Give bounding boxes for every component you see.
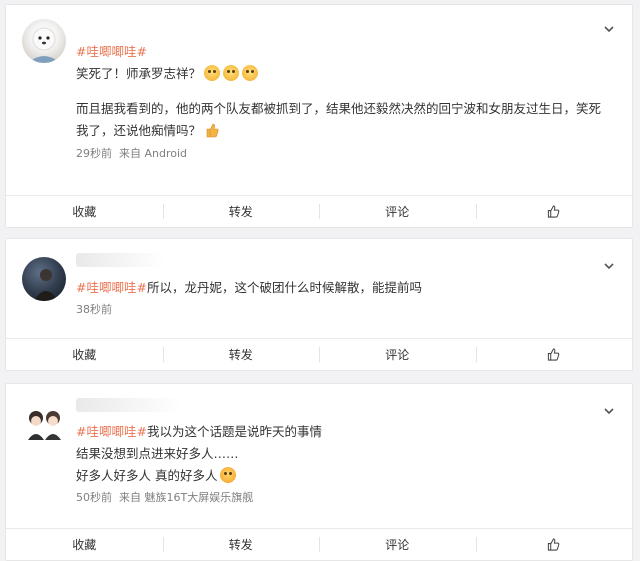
post-card: #哇唧唧哇#我以为这个话题是说昨天的事情 结果没想到点进来好多人…… 好多人好多… — [5, 383, 633, 561]
thumbs-up-icon — [548, 348, 560, 361]
post-card: #哇唧唧哇#所以，龙丹妮，这个破团什么时候解散，能提前吗 38秒前 收藏 转发 … — [5, 238, 633, 371]
repost-button[interactable]: 转发 — [162, 339, 320, 370]
avatar[interactable] — [22, 257, 66, 301]
collect-label: 收藏 — [72, 538, 97, 552]
comment-button[interactable]: 评论 — [319, 196, 476, 227]
action-bar: 收藏 转发 评论 — [6, 195, 632, 227]
topic-link[interactable]: #哇唧唧哇# — [76, 280, 147, 295]
post-time[interactable]: 38秒前 — [76, 303, 112, 316]
post-time[interactable]: 29秒前 — [76, 147, 112, 160]
post-text: 我了，还说他痴情吗？ — [76, 123, 202, 138]
post-source: 来自 魅族16T大屏娱乐旗舰 — [119, 491, 254, 504]
dog-avatar-icon — [28, 27, 60, 63]
thumbs-up-emoji-icon — [206, 123, 219, 138]
post-source: 来自 Android — [119, 147, 188, 160]
topic-link[interactable]: #哇唧唧哇# — [76, 424, 147, 439]
comment-label: 评论 — [385, 538, 410, 552]
post-text: 笑死了！师承罗志祥？ — [76, 66, 202, 81]
emoji-icon — [223, 65, 240, 81]
comment-button[interactable]: 评论 — [319, 339, 476, 370]
repost-label: 转发 — [228, 348, 253, 362]
avatar[interactable] — [22, 402, 66, 446]
post-text: 所以，龙丹妮，这个破团什么时候解散，能提前吗 — [146, 280, 422, 295]
thumbs-up-icon — [548, 538, 560, 551]
repost-button[interactable]: 转发 — [162, 196, 320, 227]
emoji-icon — [242, 65, 259, 81]
post-content: #哇唧唧哇#所以，龙丹妮，这个破团什么时候解散，能提前吗 38秒前 — [76, 277, 616, 321]
post-text: 结果没想到点进来好多人…… — [76, 446, 239, 461]
shocked-emoji-icon — [220, 467, 237, 483]
like-button[interactable] — [475, 529, 633, 560]
post-text: 好多人好多人 真的好多人 — [76, 468, 218, 483]
post-content: #哇唧唧哇#我以为这个话题是说昨天的事情 结果没想到点进来好多人…… 好多人好多… — [76, 421, 616, 509]
repost-button[interactable]: 转发 — [162, 529, 320, 560]
post-text: 而且据我看到的，他的两个队友都被抓到了，结果他还毅然决然的回宁波和女朋友过生日，… — [76, 101, 602, 116]
avatar[interactable] — [22, 19, 66, 63]
collect-label: 收藏 — [72, 205, 97, 219]
chevron-down-icon[interactable] — [604, 261, 614, 271]
post-text: 我以为这个话题是说昨天的事情 — [146, 424, 322, 439]
comment-label: 评论 — [385, 205, 410, 219]
repost-label: 转发 — [228, 205, 253, 219]
topic-link[interactable]: #哇唧唧哇# — [76, 44, 147, 59]
action-bar: 收藏 转发 评论 — [6, 528, 632, 560]
post-content: #哇唧唧哇# 笑死了！师承罗志祥？ 而且据我看到的，他的两个队友都被抓到了，结果… — [76, 41, 616, 165]
username-blurred — [76, 253, 166, 267]
comment-button[interactable]: 评论 — [319, 529, 476, 560]
like-button[interactable] — [475, 196, 633, 227]
post-time[interactable]: 50秒前 — [76, 491, 112, 504]
collect-button[interactable]: 收藏 — [6, 529, 163, 560]
collect-button[interactable]: 收藏 — [6, 339, 163, 370]
couple-avatar-icon — [28, 411, 61, 440]
chevron-down-icon[interactable] — [604, 24, 614, 34]
person-avatar-icon — [34, 269, 58, 301]
action-bar: 收藏 转发 评论 — [6, 338, 632, 370]
post-card: #哇唧唧哇# 笑死了！师承罗志祥？ 而且据我看到的，他的两个队友都被抓到了，结果… — [5, 4, 633, 228]
emoji-icon — [204, 65, 221, 81]
chevron-down-icon[interactable] — [604, 406, 614, 416]
username-blurred — [76, 398, 181, 412]
repost-label: 转发 — [228, 538, 253, 552]
collect-label: 收藏 — [72, 348, 97, 362]
thumbs-up-icon — [548, 205, 560, 218]
comment-label: 评论 — [385, 348, 410, 362]
like-button[interactable] — [475, 339, 633, 370]
collect-button[interactable]: 收藏 — [6, 196, 163, 227]
